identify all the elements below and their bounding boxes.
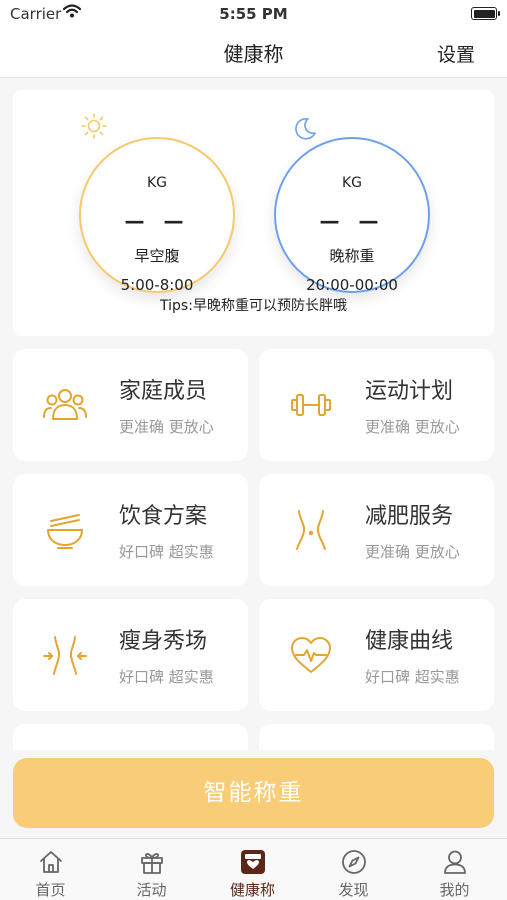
gift-icon xyxy=(141,853,163,874)
tile-subtitle: 好口碑 超实惠 xyxy=(365,668,460,686)
tab-home[interactable]: 首页 xyxy=(0,839,101,900)
evening-label: 晚称重 xyxy=(329,247,375,265)
family-members-icon xyxy=(43,389,87,420)
morning-unit: KG xyxy=(146,175,168,191)
morning-weight-value: — — xyxy=(124,209,190,233)
page-title: 健康称 xyxy=(223,42,284,66)
food-bowl-icon xyxy=(47,514,83,549)
tab-bar: 首页 活动 健康称 发现 我的 xyxy=(0,838,507,900)
tile-title: 瘦身秀场 xyxy=(119,629,208,654)
tab-label: 活动 xyxy=(136,881,167,899)
slim-waist-icon xyxy=(43,636,87,675)
evening-weigh-circle[interactable]: KG — — 晚称重 20:00-00:00 xyxy=(274,137,430,294)
tab-discover[interactable]: 发现 xyxy=(303,839,404,900)
smart-weigh-button[interactable]: 智能称重 xyxy=(13,758,494,828)
tile-title: 健康曲线 xyxy=(365,629,454,654)
evening-time-range: 20:00-00:00 xyxy=(306,276,398,294)
tile-diet-plan[interactable]: 饮食方案 好口碑 超实惠 xyxy=(13,474,248,586)
tab-health-scale[interactable]: 健康称 xyxy=(202,839,303,900)
tile-subtitle: 好口碑 超实惠 xyxy=(119,543,214,561)
moon-icon xyxy=(295,117,316,140)
tab-activity[interactable]: 活动 xyxy=(101,839,202,900)
dumbbell-icon xyxy=(291,394,331,416)
tab-label: 首页 xyxy=(35,881,66,899)
morning-time-range: 5:00-8:00 xyxy=(120,276,194,294)
morning-weigh-circle[interactable]: KG — — 早空腹 5:00-8:00 xyxy=(79,137,235,294)
nav-bar: 健康称 设置 xyxy=(0,28,507,78)
clock: 5:55 PM xyxy=(219,5,288,23)
tile-exercise-plan[interactable]: 运动计划 更准确 更放心 xyxy=(259,349,494,461)
status-bar: Carrier 5:55 PM xyxy=(0,0,507,28)
morning-label: 早空腹 xyxy=(134,247,180,265)
tile-subtitle: 好口碑 超实惠 xyxy=(119,668,214,686)
battery-icon xyxy=(471,7,500,20)
tile-slimming-show[interactable]: 瘦身秀场 好口碑 超实惠 xyxy=(13,599,248,711)
tile-subtitle: 更准确 更放心 xyxy=(365,418,460,436)
scale-icon xyxy=(241,850,265,874)
tile-peek-right xyxy=(259,724,494,750)
settings-button[interactable]: 设置 xyxy=(437,40,475,67)
tile-subtitle: 更准确 更放心 xyxy=(119,418,214,436)
tab-label: 健康称 xyxy=(229,881,275,899)
tab-label: 我的 xyxy=(439,881,470,899)
sun-icon xyxy=(81,113,107,139)
tile-title: 饮食方案 xyxy=(119,504,208,529)
evening-unit: KG xyxy=(341,175,363,191)
tab-mine[interactable]: 我的 xyxy=(404,839,505,900)
tile-subtitle: 更准确 更放心 xyxy=(365,543,460,561)
tile-health-curve[interactable]: 健康曲线 好口碑 超实惠 xyxy=(259,599,494,711)
heart-pulse-icon xyxy=(291,637,331,673)
tile-peek-left xyxy=(13,724,248,750)
evening-weight-value: — — xyxy=(319,209,385,233)
tile-title: 家庭成员 xyxy=(119,379,208,404)
user-icon xyxy=(444,850,466,874)
tips-text: Tips:早晚称重可以预防长胖哦 xyxy=(160,298,347,314)
tile-title: 运动计划 xyxy=(365,379,454,404)
compass-icon xyxy=(342,850,366,874)
home-icon xyxy=(40,851,62,873)
waist-icon xyxy=(296,510,326,550)
tile-weight-loss-service[interactable]: 减肥服务 更准确 更放心 xyxy=(259,474,494,586)
tile-family-members[interactable]: 家庭成员 更准确 更放心 xyxy=(13,349,248,461)
tab-label: 发现 xyxy=(338,881,369,899)
tile-title: 减肥服务 xyxy=(365,504,454,529)
